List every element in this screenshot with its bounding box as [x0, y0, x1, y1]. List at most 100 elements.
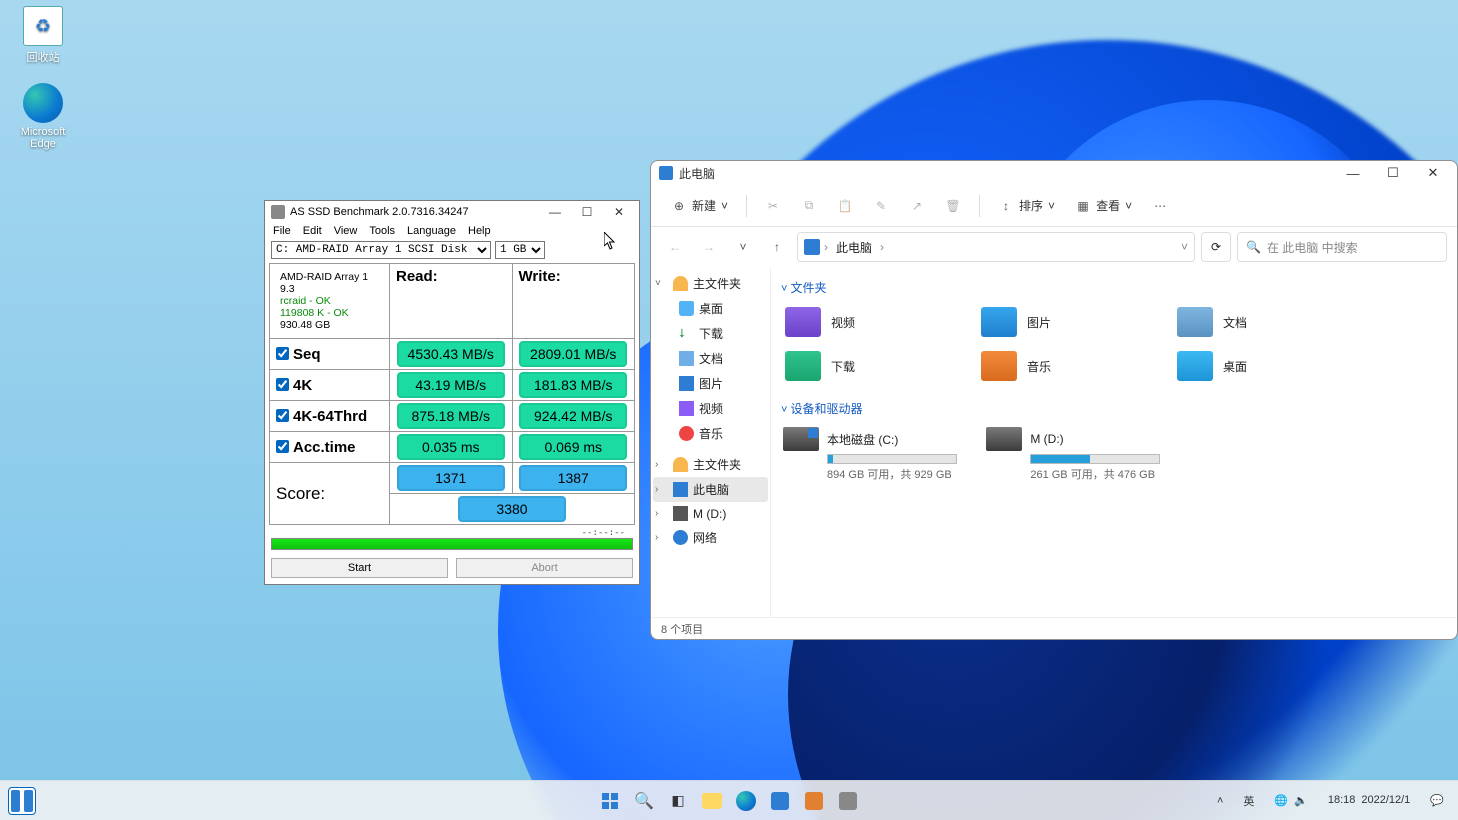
sidebar-item-network[interactable]: ›网络: [653, 525, 768, 550]
cut-icon: ✂: [765, 198, 781, 214]
explorer-titlebar[interactable]: 此电脑 — ☐ ✕: [651, 161, 1457, 185]
sidebar-item-documents[interactable]: 文档: [653, 346, 768, 371]
more-button[interactable]: ⋯: [1144, 193, 1176, 219]
maximize-button[interactable]: ☐: [1373, 162, 1413, 184]
taskbar-edge-button[interactable]: [732, 787, 760, 815]
search-input[interactable]: 🔍 在 此电脑 中搜索: [1237, 232, 1447, 262]
folder-videos[interactable]: 视频: [781, 304, 951, 340]
abort-button[interactable]: Abort: [456, 558, 633, 578]
chevron-down-icon[interactable]: ˅: [1181, 240, 1188, 254]
tray-ime-button[interactable]: 英: [1237, 789, 1260, 813]
score-read: 1371: [397, 465, 505, 491]
explorer-toolbar: ⊕ 新建 ˅ ✂ ⧉ 📋 ✎ ↗ 🗑 ↕ 排序 ˅ ▦ 查看 ˅ ⋯: [651, 185, 1457, 227]
start-button[interactable]: Start: [271, 558, 448, 578]
view-button[interactable]: ▦ 查看 ˅: [1067, 192, 1140, 219]
folder-pictures[interactable]: 图片: [977, 304, 1147, 340]
4k-write: 181.83 MB/s: [519, 372, 627, 398]
acctime-checkbox[interactable]: [276, 440, 289, 453]
view-icon: ▦: [1075, 198, 1091, 214]
refresh-button[interactable]: ⟳: [1201, 232, 1231, 262]
sidebar-item-pictures[interactable]: 图片: [653, 371, 768, 396]
taskbar-explorer-button[interactable]: [698, 787, 726, 815]
desktop-icon-recycle-bin[interactable]: 回收站: [8, 6, 78, 65]
tray-clock-button[interactable]: 18:18 2022/12/1: [1322, 790, 1416, 810]
close-button[interactable]: ✕: [603, 202, 635, 222]
section-header-folders[interactable]: 文件夹: [781, 279, 1447, 296]
sidebar-item-mdrive[interactable]: ›M (D:): [653, 502, 768, 525]
section-header-drives[interactable]: 设备和驱动器: [781, 400, 1447, 417]
drive-select[interactable]: C: AMD-RAID Array 1 SCSI Disk De: [271, 241, 491, 259]
search-icon: 🔍: [1246, 240, 1261, 254]
tray-network-sound-button[interactable]: 🌐 🔈: [1268, 790, 1313, 811]
folder-downloads[interactable]: 下载: [781, 348, 951, 384]
4k64thrd-checkbox[interactable]: [276, 409, 289, 422]
address-bar[interactable]: › 此电脑 › ˅: [797, 232, 1195, 262]
paste-icon: 📋: [837, 198, 853, 214]
close-button[interactable]: ✕: [1413, 162, 1453, 184]
drive-info: AMD-RAID Array 1 9.3 rcraid - OK 119808 …: [276, 268, 383, 334]
nav-history-button[interactable]: ˅: [729, 233, 757, 261]
rename-button[interactable]: ✎: [865, 193, 897, 219]
maximize-button[interactable]: ☐: [571, 202, 603, 222]
this-pc-icon: [673, 482, 688, 497]
sort-button[interactable]: ↕ 排序 ˅: [990, 192, 1063, 219]
taskbar-assd-button[interactable]: [834, 787, 862, 815]
start-button[interactable]: [596, 787, 624, 815]
tray-overflow-button[interactable]: ˄: [1211, 791, 1229, 811]
clock-date: 2022/12/1: [1361, 794, 1410, 806]
new-button[interactable]: ⊕ 新建 ˅: [663, 192, 736, 219]
minimize-button[interactable]: —: [1333, 162, 1373, 184]
minimize-button[interactable]: —: [539, 202, 571, 222]
breadcrumb-thispc[interactable]: 此电脑: [832, 237, 876, 258]
score-label: Score:: [270, 463, 390, 525]
pictures-icon: [981, 307, 1017, 337]
widgets-button[interactable]: [8, 787, 36, 815]
menu-tools[interactable]: Tools: [369, 225, 395, 237]
sidebar-item-desktop[interactable]: 桌面: [653, 296, 768, 321]
drive-icon: [673, 506, 688, 521]
sidebar-item-thispc[interactable]: ›此电脑: [653, 477, 768, 502]
drive-d[interactable]: M (D:) 261 GB 可用，共 476 GB: [984, 425, 1174, 484]
folder-music[interactable]: 音乐: [977, 348, 1147, 384]
thrd-write: 924.42 MB/s: [519, 403, 627, 429]
seq-checkbox[interactable]: [276, 347, 289, 360]
menu-file[interactable]: File: [273, 225, 291, 237]
chevron-down-icon: ˅: [721, 199, 728, 213]
row-seq-label: Seq: [293, 346, 321, 363]
chevron-down-icon: ˅: [1125, 199, 1132, 213]
nav-forward-button[interactable]: →: [695, 233, 723, 261]
downloads-icon: [785, 351, 821, 381]
desktop-icon-edge[interactable]: Microsoft Edge: [8, 83, 78, 150]
sidebar-item-downloads[interactable]: ⭣下载: [653, 321, 768, 346]
menu-help[interactable]: Help: [468, 225, 491, 237]
size-select[interactable]: 1 GB: [495, 241, 545, 259]
sidebar-item-home[interactable]: ˅主文件夹: [653, 271, 768, 296]
assd-titlebar[interactable]: AS SSD Benchmark 2.0.7316.34247 — ☐ ✕: [265, 201, 639, 223]
paste-button[interactable]: 📋: [829, 193, 861, 219]
score-write: 1387: [519, 465, 627, 491]
menu-language[interactable]: Language: [407, 225, 456, 237]
taskbar-taskview-button[interactable]: ◧: [664, 787, 692, 815]
copy-button[interactable]: ⧉: [793, 193, 825, 219]
taskbar-search-button[interactable]: 🔍: [630, 787, 658, 815]
cut-button[interactable]: ✂: [757, 193, 789, 219]
sidebar-item-videos[interactable]: 视频: [653, 396, 768, 421]
nav-back-button[interactable]: ←: [661, 233, 689, 261]
sidebar-item-music[interactable]: 音乐: [653, 421, 768, 446]
menu-view[interactable]: View: [334, 225, 358, 237]
drive-c-usage-bar: [828, 455, 833, 463]
4k-checkbox[interactable]: [276, 378, 289, 391]
delete-button[interactable]: 🗑: [937, 193, 969, 219]
menu-edit[interactable]: Edit: [303, 225, 322, 237]
share-button[interactable]: ↗: [901, 193, 933, 219]
assd-controls: C: AMD-RAID Array 1 SCSI Disk De 1 GB: [265, 239, 639, 261]
folder-documents[interactable]: 文档: [1173, 304, 1343, 340]
taskbar-app-1[interactable]: [800, 787, 828, 815]
nav-up-button[interactable]: ↑: [763, 233, 791, 261]
tray-notifications-button[interactable]: 💬: [1424, 790, 1450, 811]
taskbar-store-button[interactable]: [766, 787, 794, 815]
sidebar-item-home-2[interactable]: ›主文件夹: [653, 452, 768, 477]
assd-progress: --:--:--: [271, 528, 633, 550]
folder-desktop[interactable]: 桌面: [1173, 348, 1343, 384]
drive-c[interactable]: 本地磁盘 (C:) 894 GB 可用，共 929 GB: [781, 425, 971, 484]
